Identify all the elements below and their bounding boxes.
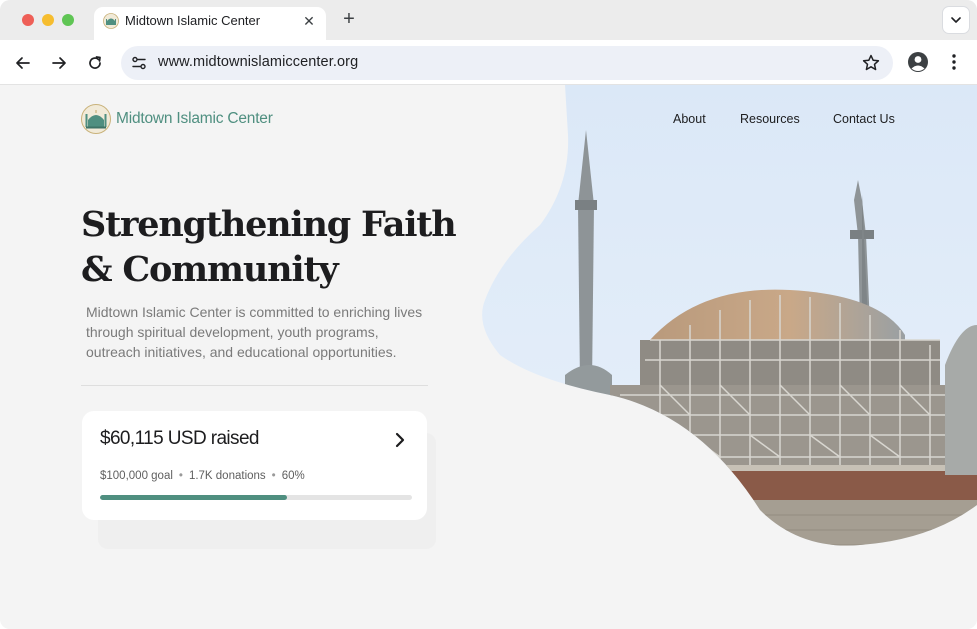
arrow-right-icon [52, 57, 66, 69]
headline-line-2: & Community [81, 249, 339, 290]
more-menu-icon[interactable] [944, 51, 964, 73]
profile-avatar-icon[interactable] [907, 51, 929, 73]
address-bar[interactable]: www.midtownislamiccenter.org [121, 46, 893, 80]
tab-close-icon[interactable]: ✕ [298, 10, 320, 32]
fundraiser-card[interactable]: $60,115 USD raised $100,000 goal • 1.7K do… [82, 411, 427, 520]
mosque-logo-icon [81, 104, 111, 134]
progress-bar-fill [100, 495, 288, 500]
site-settings-icon[interactable] [130, 54, 148, 72]
progress-percent: 60% [281, 470, 305, 482]
reload-icon [89, 56, 101, 69]
arrow-left-icon [16, 57, 30, 69]
donation-count: 1.7K donations [188, 470, 266, 482]
browser-tab[interactable]: Midtown Islamic Center ✕ [94, 7, 326, 40]
goal-amount: $100,000 goal [100, 470, 173, 482]
mosque-favicon-icon [103, 13, 119, 29]
nav-resources-link[interactable]: Resources [740, 112, 800, 126]
close-window-button[interactable] [22, 14, 34, 26]
fundraiser-stats: $100,000 goal • 1.7K donations • 60% [100, 470, 305, 482]
tab-strip: Midtown Islamic Center ✕ + [0, 0, 977, 40]
chevron-down-icon [951, 17, 961, 23]
divider [81, 385, 428, 386]
headline-line-1: Strengthening Faith [81, 204, 457, 245]
nav-about-link[interactable]: About [673, 112, 706, 126]
minimize-window-button[interactable] [42, 14, 54, 26]
browser-window: Midtown Islamic Center ✕ + www.midtownis… [0, 0, 977, 629]
bookmark-star-icon[interactable] [861, 53, 881, 73]
hero-headline: Strengthening Faith & Community [81, 202, 461, 292]
reload-button[interactable] [83, 51, 107, 75]
back-button[interactable] [11, 51, 35, 75]
browser-toolbar: www.midtownislamiccenter.org [0, 40, 977, 85]
site-name: Midtown Islamic Center [116, 110, 273, 127]
chevron-right-icon[interactable] [391, 431, 409, 449]
tab-search-button[interactable] [942, 6, 970, 34]
hero-description: Midtown Islamic Center is committed to e… [86, 304, 423, 360]
url-text[interactable]: www.midtownislamiccenter.org [158, 54, 358, 70]
tab-title: Midtown Islamic Center [125, 13, 261, 28]
web-page: Midtown Islamic Center About Resources C… [0, 85, 977, 629]
forward-button[interactable] [47, 51, 71, 75]
progress-bar [100, 495, 412, 500]
new-tab-icon[interactable]: + [337, 7, 361, 33]
maximize-window-button[interactable] [62, 14, 74, 26]
nav-contact-link[interactable]: Contact Us [833, 112, 895, 126]
amount-raised: $60,115 USD raised [100, 428, 260, 449]
